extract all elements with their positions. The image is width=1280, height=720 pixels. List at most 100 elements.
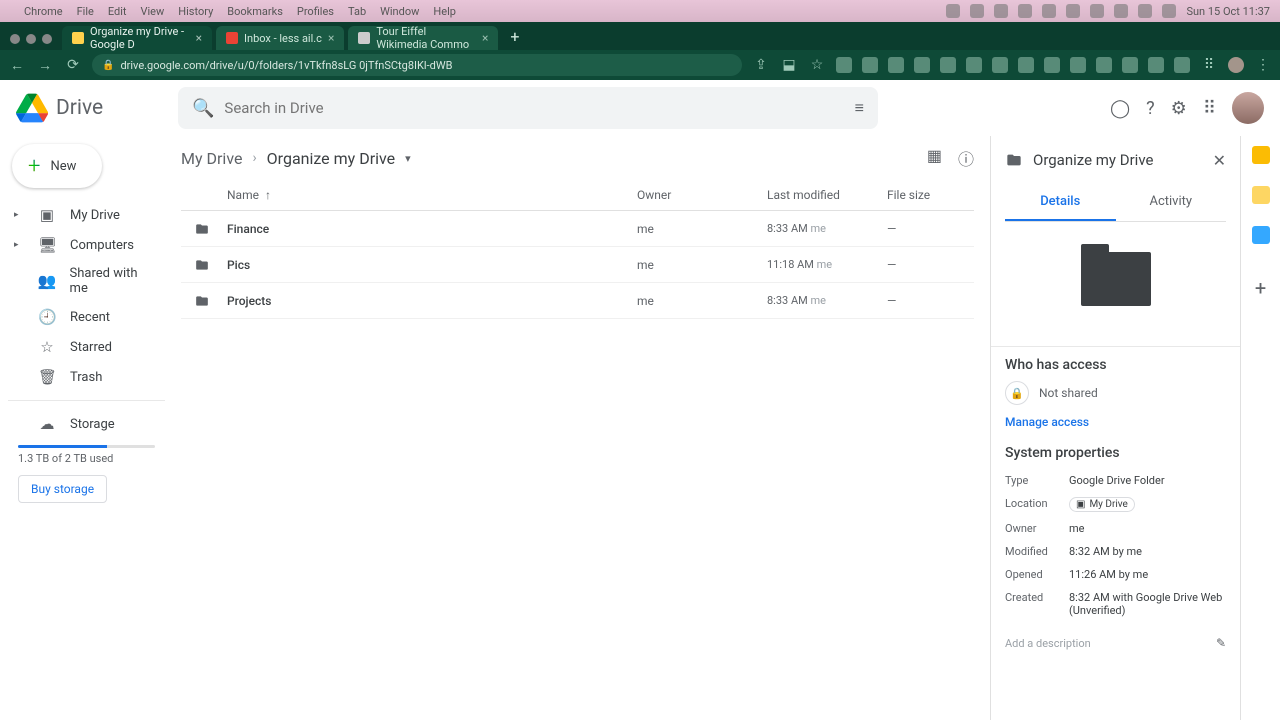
back-button[interactable]: ← xyxy=(8,57,26,74)
chrome-menu-icon[interactable]: ⋮ xyxy=(1254,57,1272,73)
sidebar-item-storage[interactable]: ☁Storage xyxy=(8,409,165,439)
browser-tab[interactable]: Tour Eiffel Wikimedia Commo× xyxy=(348,26,498,50)
search-input[interactable] xyxy=(224,99,844,117)
grid-view-icon[interactable]: ▦ xyxy=(927,146,942,170)
buy-storage-button[interactable]: Buy storage xyxy=(18,475,107,503)
sidebar-item-trash[interactable]: 🗑Trash xyxy=(8,362,165,392)
account-avatar[interactable] xyxy=(1232,92,1264,124)
menu-bookmarks[interactable]: Bookmarks xyxy=(227,5,283,18)
ready-offline-icon[interactable]: ◯ xyxy=(1110,98,1130,119)
add-addon-button[interactable]: + xyxy=(1255,276,1266,300)
menu-window[interactable]: Window xyxy=(380,5,419,18)
extension-icon[interactable] xyxy=(888,57,904,73)
edit-description-icon[interactable]: ✎ xyxy=(1216,636,1226,650)
sidebar-item-shared[interactable]: 👥Shared with me xyxy=(8,260,165,302)
column-modified[interactable]: Last modified xyxy=(767,188,887,202)
reload-button[interactable]: ⟳ xyxy=(64,57,82,73)
new-button[interactable]: + New xyxy=(12,144,102,188)
sidebar: + New ▸▣My Drive ▸🖥Computers 👥Shared wit… xyxy=(0,136,165,720)
app-name[interactable]: Chrome xyxy=(24,5,63,18)
window-controls[interactable] xyxy=(10,34,52,44)
menubar-icon[interactable] xyxy=(1162,4,1176,18)
support-icon[interactable]: ? xyxy=(1146,98,1155,119)
extension-icon[interactable] xyxy=(1044,57,1060,73)
menubar-icon[interactable] xyxy=(994,4,1008,18)
menu-edit[interactable]: Edit xyxy=(108,5,127,18)
menubar-clock[interactable]: Sun 15 Oct 11:37 xyxy=(1186,5,1270,18)
install-icon[interactable]: ⬓ xyxy=(780,57,798,73)
close-panel-button[interactable]: ✕ xyxy=(1213,151,1226,170)
file-name: Finance xyxy=(227,222,637,236)
file-owner: me xyxy=(637,222,767,236)
apps-grid-icon[interactable]: ⠿ xyxy=(1203,98,1216,119)
calendar-icon[interactable] xyxy=(1252,146,1270,164)
sidebar-item-computers[interactable]: ▸🖥Computers xyxy=(8,230,165,260)
extensions-menu-icon[interactable]: ⠿ xyxy=(1200,57,1218,73)
forward-button[interactable]: → xyxy=(36,57,54,74)
menubar-icon[interactable] xyxy=(1090,4,1104,18)
extension-icon[interactable] xyxy=(1122,57,1138,73)
nav-label: Computers xyxy=(70,238,134,253)
extension-icon[interactable] xyxy=(1096,57,1112,73)
browser-tab[interactable]: Inbox - less ail.c× xyxy=(216,26,344,50)
tab-activity[interactable]: Activity xyxy=(1116,184,1227,221)
drive-logo-icon xyxy=(16,92,48,124)
description-placeholder[interactable]: Add a description xyxy=(1005,637,1091,650)
folder-icon xyxy=(193,258,211,272)
sidebar-item-recent[interactable]: 🕘Recent xyxy=(8,302,165,332)
extension-icon[interactable] xyxy=(1174,57,1190,73)
sidebar-item-my-drive[interactable]: ▸▣My Drive xyxy=(8,200,165,230)
search-bar[interactable]: 🔍 ≡ xyxy=(178,87,878,129)
drive-logo[interactable]: Drive xyxy=(16,92,166,124)
extension-icon[interactable] xyxy=(966,57,982,73)
menubar-icon[interactable] xyxy=(1114,4,1128,18)
extension-icon[interactable] xyxy=(940,57,956,73)
menubar-icon[interactable] xyxy=(1066,4,1080,18)
tab-details[interactable]: Details xyxy=(1005,184,1116,221)
keep-icon[interactable] xyxy=(1252,186,1270,204)
menu-tab[interactable]: Tab xyxy=(348,5,366,18)
breadcrumb-item[interactable]: My Drive xyxy=(181,149,242,168)
menubar-icon[interactable] xyxy=(1018,4,1032,18)
menubar-icon[interactable] xyxy=(946,4,960,18)
address-bar[interactable]: 🔒 drive.google.com/drive/u/0/folders/1vT… xyxy=(92,54,742,76)
breadcrumb-item[interactable]: Organize my Drive xyxy=(267,149,395,168)
menubar-icon[interactable] xyxy=(970,4,984,18)
extension-icon[interactable] xyxy=(914,57,930,73)
menubar-icon[interactable] xyxy=(1042,4,1056,18)
extension-icon[interactable] xyxy=(862,57,878,73)
breadcrumb-dropdown-icon[interactable]: ▾ xyxy=(405,152,411,165)
column-name[interactable]: Name↑ xyxy=(227,188,637,202)
menu-help[interactable]: Help xyxy=(433,5,456,18)
extension-icon[interactable] xyxy=(1148,57,1164,73)
table-row[interactable]: Pics me 11:18 AM me — xyxy=(181,247,974,283)
extension-icon[interactable] xyxy=(1018,57,1034,73)
location-chip[interactable]: ▣ My Drive xyxy=(1069,497,1135,512)
share-icon[interactable]: ⇪ xyxy=(752,57,770,73)
menu-file[interactable]: File xyxy=(77,5,94,18)
manage-access-link[interactable]: Manage access xyxy=(1005,415,1226,429)
settings-gear-icon[interactable]: ⚙ xyxy=(1171,98,1187,119)
table-row[interactable]: Projects me 8:33 AM me — xyxy=(181,283,974,319)
column-owner[interactable]: Owner xyxy=(637,188,767,202)
extension-icon[interactable] xyxy=(992,57,1008,73)
profile-avatar[interactable] xyxy=(1228,57,1244,73)
new-tab-button[interactable]: + xyxy=(502,27,527,50)
tab-close-icon[interactable]: × xyxy=(482,31,488,45)
table-row[interactable]: Finance me 8:33 AM me — xyxy=(181,211,974,247)
menu-history[interactable]: History xyxy=(178,5,213,18)
tab-close-icon[interactable]: × xyxy=(328,31,334,45)
browser-tab[interactable]: Organize my Drive - Google D× xyxy=(62,26,212,50)
extension-icon[interactable] xyxy=(1070,57,1086,73)
tab-close-icon[interactable]: × xyxy=(196,31,202,45)
info-icon[interactable]: ⓘ xyxy=(958,146,974,170)
menu-view[interactable]: View xyxy=(141,5,165,18)
bookmark-star-icon[interactable]: ☆ xyxy=(808,57,826,73)
sidebar-item-starred[interactable]: ☆Starred xyxy=(8,332,165,362)
search-options-icon[interactable]: ≡ xyxy=(855,98,864,118)
menubar-icon[interactable] xyxy=(1138,4,1152,18)
column-size[interactable]: File size xyxy=(887,188,966,202)
menu-profiles[interactable]: Profiles xyxy=(297,5,334,18)
extension-icon[interactable] xyxy=(836,57,852,73)
tasks-icon[interactable] xyxy=(1252,226,1270,244)
